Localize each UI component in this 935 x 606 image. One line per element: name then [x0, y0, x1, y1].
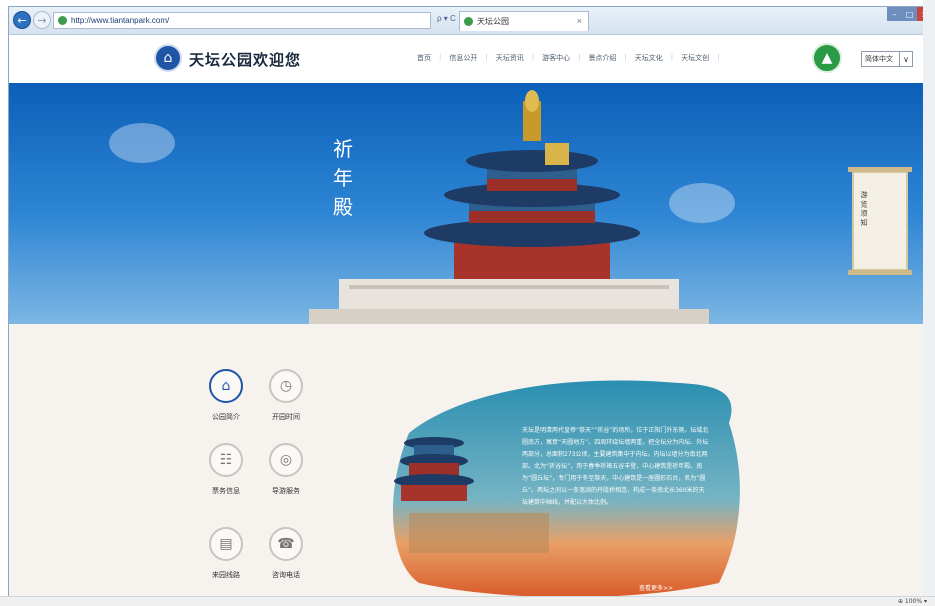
tile-label: 公园简介 [212, 413, 240, 421]
site-header: ⌂ 天坛公园欢迎您 首页 | 信息公开 | 天坛资讯 | 游客中心 | 景点介绍 | 天坛… [9, 35, 930, 83]
nav-item-creative[interactable]: 天坛文创 [673, 53, 717, 63]
main-nav: 首页 | 信息公开 | 天坛资讯 | 游客中心 | 景点介绍 | 天坛文化 | 天坛文创 | [409, 53, 720, 63]
browser-toolbar: ← → http://www.tiantanpark.com/ ρ ▾ C 天坛… [9, 7, 930, 35]
site-favicon-icon [58, 16, 67, 25]
language-select[interactable]: 简体中文 ∨ [861, 51, 913, 67]
telephone-icon: ☎ [269, 527, 303, 561]
park-intro-panel: 天坛是明清两代皇帝“祭天”“祈谷”的场所，位于正阳门外东侧。坛域北圆南方，寓意“… [379, 363, 749, 598]
browser-window: ← → http://www.tiantanpark.com/ ρ ▾ C 天坛… [8, 6, 931, 602]
nav-item-home[interactable]: 首页 [409, 53, 439, 63]
map-icon: ▤ [209, 527, 243, 561]
tab-favicon-icon [464, 17, 473, 26]
guide-icon: ◎ [269, 443, 303, 477]
minimize-button[interactable]: – [887, 7, 902, 21]
tile-park-intro[interactable]: ⌂ 公园简介 [199, 369, 253, 422]
tile-label: 咨询电话 [272, 571, 300, 579]
nav-item-info-disclosure[interactable]: 信息公开 [441, 53, 485, 63]
hero-banner: 祈 年 殿 游 览 须 知 [9, 83, 930, 324]
temple-of-heaven-image [309, 90, 709, 324]
browser-tab[interactable]: 天坛公园 × [459, 11, 589, 31]
site-name[interactable]: 天坛公园欢迎您 [189, 49, 301, 70]
green-emblem-icon[interactable]: ▲ [812, 43, 842, 73]
arrow-right-icon: → [37, 13, 47, 27]
temple-icon: ⌂ [209, 369, 243, 403]
visitor-notice-scroll[interactable]: 游 览 须 知 [848, 167, 912, 275]
arrow-left-icon: ← [17, 13, 27, 27]
address-text: http://www.tiantanpark.com/ [71, 16, 170, 25]
calendar-clock-icon: ◷ [269, 369, 303, 403]
tile-opening-hours[interactable]: ◷ 开园时间 [259, 369, 313, 422]
logo-temple-icon[interactable]: ⌂ [154, 44, 182, 72]
address-bar[interactable]: http://www.tiantanpark.com/ [53, 12, 431, 29]
scroll-text: 游 览 须 知 [860, 191, 868, 226]
zoom-control[interactable]: ⊕ 100% ▾ [898, 598, 927, 605]
tile-guide-service[interactable]: ◎ 导游服务 [259, 443, 313, 496]
nav-item-visitor-center[interactable]: 游客中心 [534, 53, 578, 63]
ticket-icon: ☷ [209, 443, 243, 477]
park-intro-text: 天坛是明清两代皇帝“祭天”“祈谷”的场所，位于正阳门外东侧。坛域北圆南方，寓意“… [522, 427, 709, 506]
tab-close-icon[interactable]: × [577, 16, 582, 26]
tile-label: 来园线路 [212, 571, 240, 579]
search-refresh-tools[interactable]: ρ ▾ C [437, 14, 456, 23]
tile-label: 开园时间 [272, 413, 300, 421]
tab-title: 天坛公园 [477, 17, 509, 26]
tile-label: 导游服务 [272, 487, 300, 495]
maximize-button[interactable]: □ [902, 7, 917, 21]
nav-item-news[interactable]: 天坛资讯 [488, 53, 532, 63]
nav-item-attractions[interactable]: 景点介绍 [580, 53, 624, 63]
language-value: 简体中文 [865, 55, 893, 63]
status-bar: ⊕ 100% ▾ [0, 596, 935, 606]
back-button[interactable]: ← [13, 11, 31, 29]
tile-route[interactable]: ▤ 来园线路 [199, 527, 253, 580]
forward-button[interactable]: → [33, 11, 51, 29]
tile-hotline[interactable]: ☎ 咨询电话 [259, 527, 313, 580]
nav-item-culture[interactable]: 天坛文化 [627, 53, 671, 63]
chevron-down-icon: ∨ [899, 52, 912, 66]
web-page: ⌂ 天坛公园欢迎您 首页 | 信息公开 | 天坛资讯 | 游客中心 | 景点介绍 | 天坛… [9, 35, 930, 601]
read-more-link[interactable]: 查看更多>> [639, 583, 673, 592]
tile-label: 票务信息 [212, 487, 240, 495]
tile-ticket-info[interactable]: ☷ 票务信息 [199, 443, 253, 496]
vertical-scrollbar[interactable] [923, 0, 935, 606]
